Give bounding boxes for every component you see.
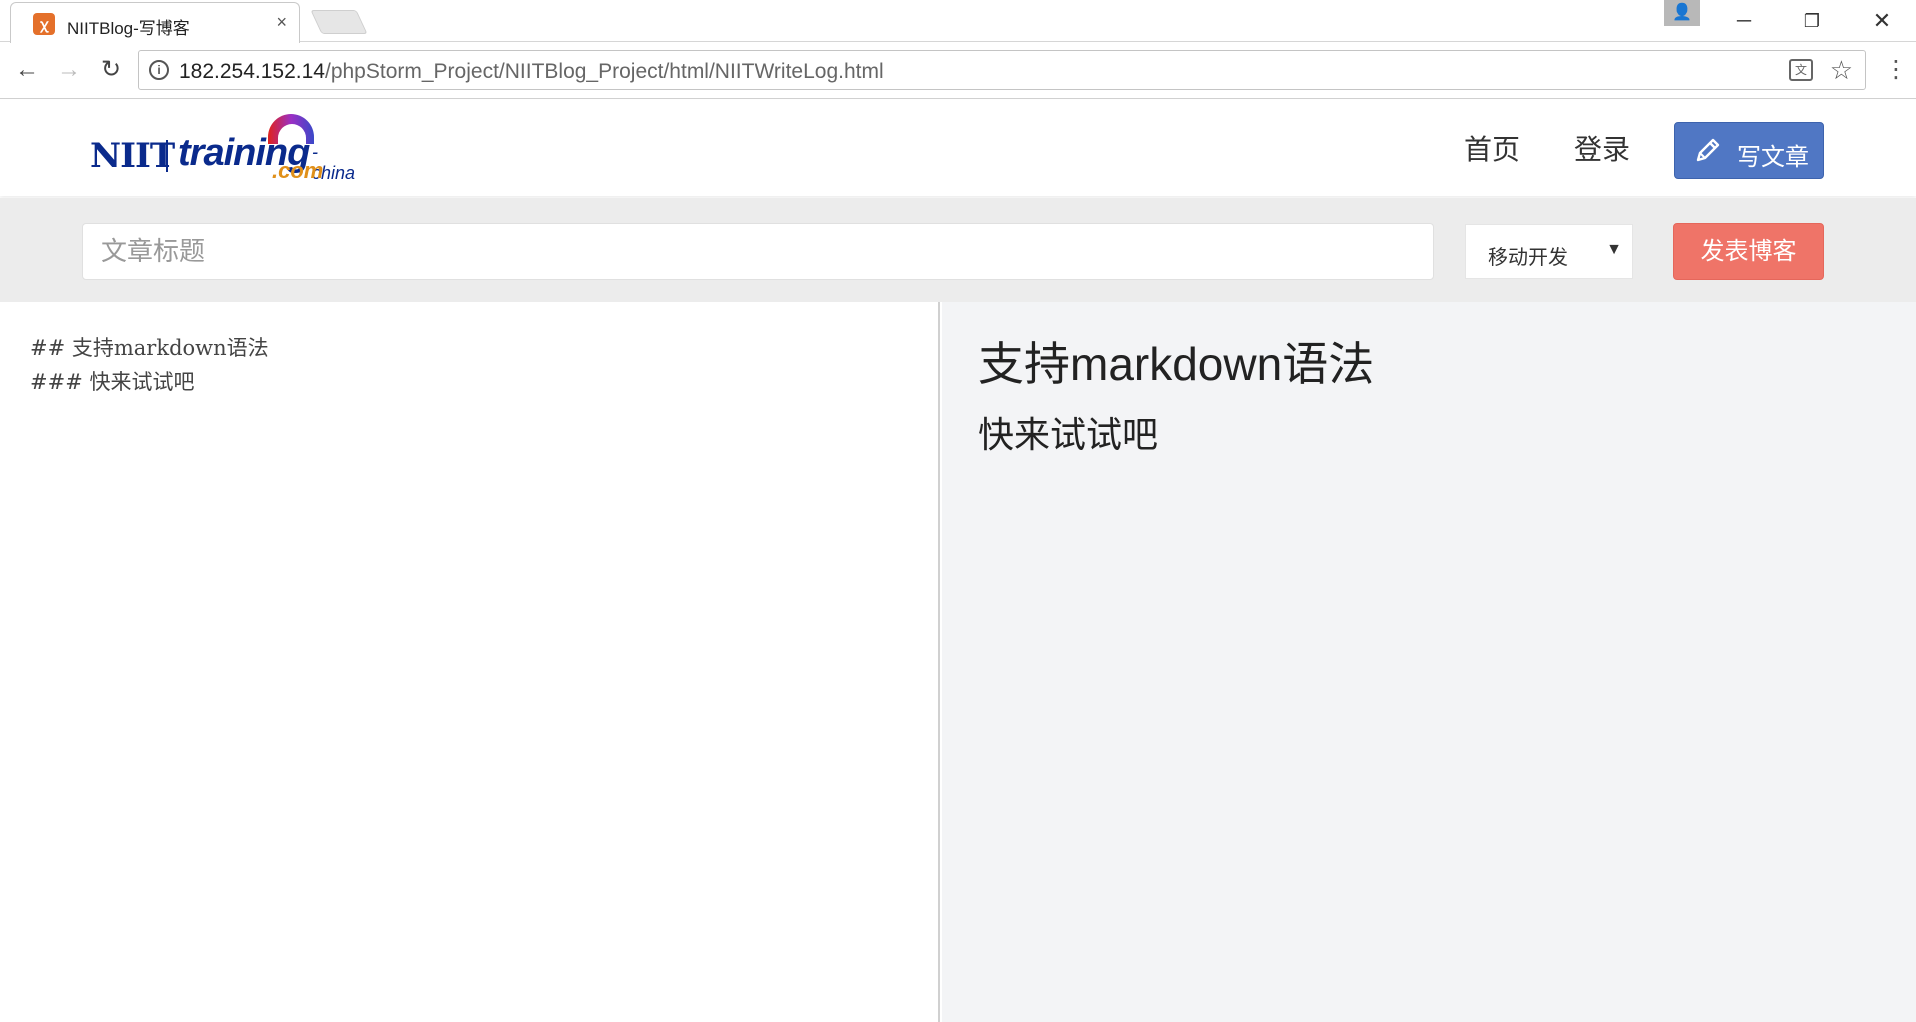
preview-heading-h2: 支持markdown语法 <box>978 338 1375 390</box>
site-header: NIIT training -china .com 首页 登录 写文章 <box>0 100 1916 196</box>
write-article-button[interactable]: 写文章 <box>1674 122 1824 179</box>
markdown-editor[interactable]: ## 支持markdown语法 ### 快来试试吧 <box>0 302 940 1022</box>
editor-line: ### 快来试试吧 <box>30 370 195 394</box>
star-icon[interactable]: ☆ <box>1830 55 1853 86</box>
dropdown-arrow-icon: ▼ <box>1606 241 1622 258</box>
restore-icon[interactable]: ❐ <box>1784 4 1840 38</box>
article-title-input[interactable] <box>82 223 1434 280</box>
category-selected-value: 移动开发 <box>1488 247 1568 269</box>
url-text[interactable]: 182.254.152.14/phpStorm_Project/NIITBlog… <box>179 60 884 84</box>
publish-blog-button[interactable]: 发表博客 <box>1673 223 1824 280</box>
url-path: /phpStorm_Project/NIITBlog_Project/html/… <box>324 60 884 83</box>
pencil-icon <box>1696 138 1720 162</box>
minimize-icon[interactable]: ─ <box>1716 4 1772 38</box>
markdown-preview: 支持markdown语法 快来试试吧 <box>942 302 1916 1022</box>
article-title-bar: 移动开发 ▼ 发表博客 <box>0 198 1916 302</box>
tab-close-icon[interactable]: × <box>276 12 287 33</box>
browser-tabstrip: ꭓ NIITBlog-写博客 × 👤 ─ ❐ ✕ <box>0 0 1916 43</box>
nav-home-link[interactable]: 首页 <box>1464 128 1520 168</box>
back-arrow-icon[interactable]: ← <box>10 53 44 87</box>
preview-heading-h3: 快来试试吧 <box>978 414 1159 455</box>
logo-divider <box>166 140 168 172</box>
logo-niit-text: NIIT <box>90 136 175 176</box>
browser-toolbar: ← → ↻ i 182.254.152.14/phpStorm_Project/… <box>0 43 1916 99</box>
editor-line: ## 支持markdown语法 <box>30 336 269 360</box>
tab-title: NIITBlog-写博客 <box>67 19 190 38</box>
new-tab-button[interactable] <box>310 10 368 34</box>
reload-icon[interactable]: ↻ <box>94 53 128 87</box>
kebab-menu-icon[interactable]: ⋮ <box>1884 53 1908 87</box>
translate-icon[interactable]: 文 <box>1789 59 1813 81</box>
url-host: 182.254.152.14 <box>179 60 325 83</box>
page: NIIT training -china .com 首页 登录 写文章 移动开发… <box>0 100 1916 1022</box>
niit-logo[interactable]: NIIT training -china .com <box>90 114 355 184</box>
write-article-label: 写文章 <box>1737 144 1809 171</box>
forward-arrow-icon[interactable]: → <box>52 53 86 87</box>
window-close-icon[interactable]: ✕ <box>1854 4 1910 38</box>
xampp-icon: ꭓ <box>33 13 55 35</box>
address-bar[interactable]: i 182.254.152.14/phpStorm_Project/NIITBl… <box>138 50 1866 90</box>
info-icon[interactable]: i <box>149 60 169 80</box>
nav-login-link[interactable]: 登录 <box>1574 128 1630 168</box>
profile-icon[interactable]: 👤 <box>1664 0 1700 26</box>
category-select[interactable]: 移动开发 ▼ <box>1465 224 1633 279</box>
logo-com-text: .com <box>272 158 324 183</box>
browser-tab-active[interactable]: ꭓ NIITBlog-写博客 × <box>10 2 300 43</box>
